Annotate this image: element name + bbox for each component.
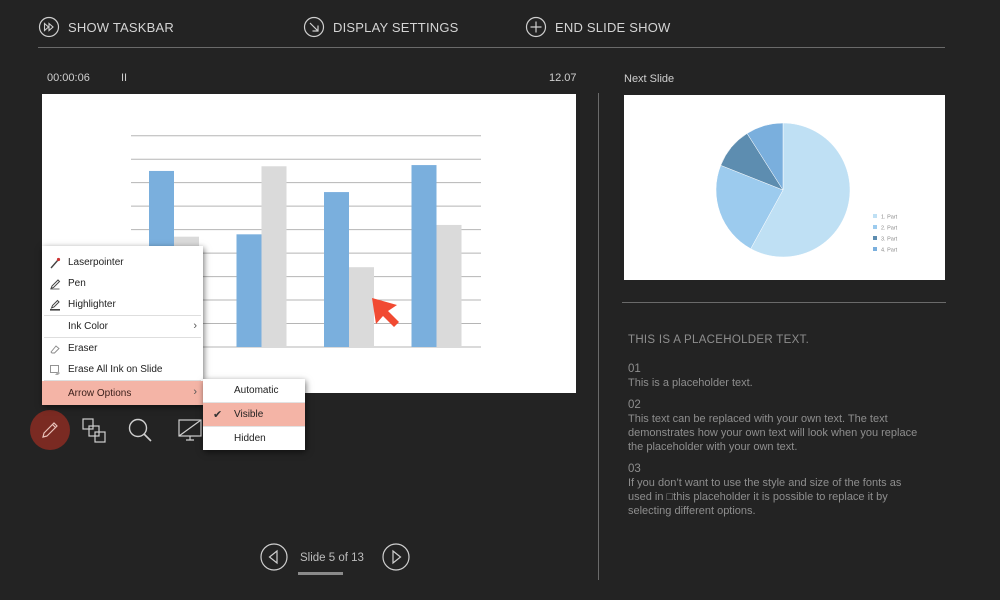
clock: 12.07 bbox=[549, 72, 577, 84]
next-slide-button[interactable] bbox=[382, 543, 410, 571]
legend-swatch bbox=[873, 247, 877, 251]
notes-item-text: This text can be replaced with your own … bbox=[628, 413, 918, 453]
notes-item-text: If you don’t want to use the style and s… bbox=[628, 477, 902, 517]
notes-item-number: 02 bbox=[628, 399, 641, 411]
bar bbox=[261, 166, 287, 347]
legend-swatch bbox=[873, 225, 877, 229]
pen-icon bbox=[42, 422, 58, 438]
slide-counter-underline bbox=[298, 572, 343, 575]
menu-item-label: Erase All Ink on Slide bbox=[68, 364, 163, 375]
menu-item-label: Eraser bbox=[68, 343, 98, 354]
bar bbox=[411, 165, 437, 347]
menu-item-eraser[interactable]: Eraser bbox=[42, 338, 203, 359]
show-taskbar-button[interactable]: SHOW TASKBAR bbox=[38, 15, 174, 39]
pen-icon bbox=[50, 278, 61, 289]
bar bbox=[436, 224, 462, 347]
legend-label: 3. Part bbox=[881, 237, 898, 243]
arrow-right-circle-icon bbox=[382, 543, 410, 571]
menu-item-label: Arrow Options bbox=[68, 387, 132, 399]
zoom-button[interactable] bbox=[120, 410, 160, 450]
menu-item-laserpointer[interactable]: Laserpointer bbox=[42, 252, 203, 273]
menu-item-label: Highlighter bbox=[68, 299, 116, 310]
bar bbox=[349, 267, 374, 347]
pause-button[interactable]: II bbox=[121, 72, 127, 84]
previous-slide-button[interactable] bbox=[260, 543, 288, 571]
notes-item: 02 This text can be replaced with your o… bbox=[628, 398, 928, 454]
panel-divider bbox=[598, 93, 599, 580]
pen-tool-button[interactable] bbox=[30, 410, 70, 450]
end-slide-show-label: END SLIDE SHOW bbox=[555, 19, 671, 35]
pie-chart: 1. Part 2. Part 3. Part 4. Part bbox=[715, 122, 898, 258]
menu-item-pen[interactable]: Pen bbox=[42, 273, 203, 294]
menu-item-ink-color[interactable]: Ink Color › bbox=[42, 316, 203, 337]
submenu-item-visible[interactable]: ✔ Visible bbox=[203, 403, 305, 426]
end-slide-show-button[interactable]: END SLIDE SHOW bbox=[525, 15, 670, 39]
arrow-options-submenu: Automatic ✔ Visible Hidden bbox=[203, 379, 305, 450]
menu-item-label: Laserpointer bbox=[68, 257, 124, 268]
notes-item-number: 03 bbox=[628, 463, 641, 475]
laserpointer-icon bbox=[50, 257, 61, 268]
chevron-right-icon: › bbox=[193, 320, 197, 332]
submenu-item-label: Hidden bbox=[234, 433, 266, 444]
display-settings-button[interactable]: DISPLAY SETTINGS bbox=[303, 15, 459, 39]
plus-circle-icon bbox=[525, 16, 547, 38]
legend-label: 1. Part bbox=[881, 215, 898, 221]
see-all-slides-button[interactable] bbox=[74, 410, 114, 450]
monitor-icon bbox=[178, 419, 202, 441]
next-slide-label: Next Slide bbox=[624, 73, 675, 85]
chevron-right-icon: › bbox=[193, 386, 197, 398]
magnifier-icon bbox=[128, 418, 152, 442]
top-divider bbox=[38, 47, 945, 48]
show-taskbar-label: SHOW TASKBAR bbox=[68, 19, 174, 35]
display-settings-label: DISPLAY SETTINGS bbox=[333, 19, 459, 35]
legend-label: 2. Part bbox=[881, 226, 898, 232]
highlighter-icon bbox=[50, 299, 60, 311]
notes-heading: THIS IS A PLACEHOLDER TEXT. bbox=[628, 334, 810, 346]
menu-item-highlighter[interactable]: Highlighter bbox=[42, 294, 203, 315]
submenu-item-automatic[interactable]: Automatic bbox=[203, 379, 305, 402]
menu-item-arrow-options[interactable]: Arrow Options › bbox=[42, 381, 203, 405]
notes-divider bbox=[622, 302, 946, 303]
notes-item: 01 This is a placeholder text. bbox=[628, 362, 928, 390]
erase-all-icon bbox=[50, 364, 60, 375]
laser-pointer-arrow bbox=[372, 298, 399, 327]
pen-options-menu: Laserpointer Pen Highlighter Ink Color ›… bbox=[42, 246, 203, 405]
legend-swatch bbox=[873, 214, 877, 218]
menu-item-label: Pen bbox=[68, 278, 86, 289]
elapsed-time: 00:00:06 bbox=[47, 72, 90, 84]
fast-forward-icon bbox=[38, 16, 60, 38]
eraser-icon bbox=[50, 344, 60, 353]
bar bbox=[324, 192, 349, 347]
slides-grid-icon bbox=[82, 418, 106, 443]
notes-item-number: 01 bbox=[628, 363, 641, 375]
notes-item-text: This is a placeholder text. bbox=[628, 377, 753, 389]
menu-item-erase-all[interactable]: Erase All Ink on Slide bbox=[42, 359, 203, 380]
submenu-item-label: Automatic bbox=[234, 385, 279, 396]
bar bbox=[236, 234, 262, 347]
menu-item-label: Ink Color bbox=[68, 321, 109, 332]
checkmark-icon: ✔ bbox=[213, 409, 223, 421]
speaker-notes: THIS IS A PLACEHOLDER TEXT. 01 This is a… bbox=[628, 333, 928, 518]
next-slide-preview[interactable]: 1. Part 2. Part 3. Part 4. Part bbox=[624, 95, 945, 280]
slide-counter[interactable]: Slide 5 of 13 bbox=[300, 552, 364, 564]
legend-label: 4. Part bbox=[881, 248, 898, 254]
arrow-left-circle-icon bbox=[260, 543, 288, 571]
display-settings-icon bbox=[303, 16, 325, 38]
notes-item: 03 If you don’t want to use the style an… bbox=[628, 462, 928, 518]
legend-swatch bbox=[873, 236, 877, 240]
submenu-item-hidden[interactable]: Hidden bbox=[203, 427, 305, 450]
